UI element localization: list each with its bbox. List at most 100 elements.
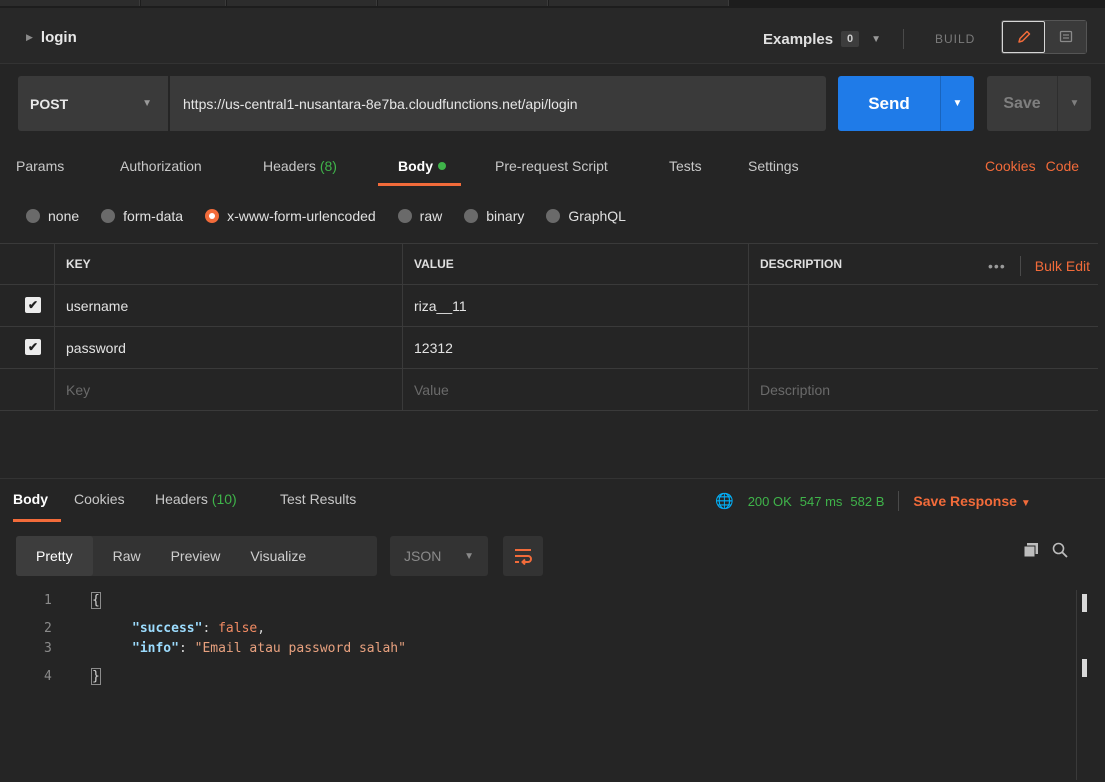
response-tab-headers-label: Headers xyxy=(155,491,208,507)
new-value-input[interactable]: Value xyxy=(402,369,748,410)
response-view-selector: Pretty Raw Preview Visualize xyxy=(16,536,377,576)
pencil-icon xyxy=(1017,30,1030,43)
more-options-icon[interactable]: ••• xyxy=(988,258,1006,274)
tab-body[interactable]: Body xyxy=(398,158,446,174)
param-key-cell[interactable]: password xyxy=(54,327,402,368)
radio-binary[interactable]: binary xyxy=(464,208,524,224)
window-tab[interactable] xyxy=(141,0,226,6)
format-select[interactable]: JSON ▼ xyxy=(390,536,488,576)
param-value-cell[interactable]: 12312 xyxy=(402,327,748,368)
chevron-down-icon: ▼ xyxy=(871,33,882,45)
url-text: https://us-central1-nusantara-8e7ba.clou… xyxy=(183,95,578,112)
response-tab-cookies[interactable]: Cookies xyxy=(74,491,125,507)
divider xyxy=(898,491,900,511)
open-brace: { xyxy=(91,591,101,609)
mode-toggle xyxy=(1001,20,1087,54)
table-header-row: KEY VALUE DESCRIPTION ••• Bulk Edit xyxy=(0,243,1098,285)
view-raw[interactable]: Raw xyxy=(93,548,141,564)
bulk-edit-link[interactable]: Bulk Edit xyxy=(1035,258,1090,274)
view-visualize[interactable]: Visualize xyxy=(220,548,306,564)
line-number: 4 xyxy=(44,668,52,684)
globe-lock-icon[interactable]: 🌐 xyxy=(715,492,734,510)
window-tab[interactable] xyxy=(549,0,729,6)
response-size[interactable]: 582 B xyxy=(850,494,884,509)
tab-params[interactable]: Params xyxy=(16,158,64,174)
radio-raw[interactable]: raw xyxy=(397,208,442,224)
table-actions: ••• Bulk Edit xyxy=(988,256,1090,276)
save-options-button[interactable]: ▼ xyxy=(1057,76,1091,131)
tab-authorization[interactable]: Authorization xyxy=(120,158,202,174)
save-response-button[interactable]: Save Response ▼ xyxy=(913,493,1030,509)
view-pretty[interactable]: Pretty xyxy=(16,536,93,576)
response-tab-headers[interactable]: Headers (10) xyxy=(155,491,237,507)
radio-label: none xyxy=(48,208,80,224)
column-header-value: VALUE xyxy=(414,257,454,271)
row-checkbox-checked[interactable]: ✔ xyxy=(25,339,41,355)
search-icon[interactable] xyxy=(1052,542,1068,558)
response-body-code[interactable]: 1 { 2 "success": false, 3 "info": "Email… xyxy=(0,588,1105,708)
tab-body-label: Body xyxy=(398,158,433,174)
radio-circle xyxy=(26,209,40,223)
wrap-lines-icon xyxy=(515,549,532,565)
send-button[interactable]: Send xyxy=(838,76,940,131)
window-tab[interactable] xyxy=(378,0,548,6)
json-key: "info" xyxy=(132,640,179,656)
response-headers-count: (10) xyxy=(211,491,237,507)
wrap-lines-button[interactable] xyxy=(503,536,543,576)
body-type-selector: none form-data x-www-form-urlencoded raw… xyxy=(26,206,648,226)
radio-x-www-form-urlencoded[interactable]: x-www-form-urlencoded xyxy=(205,208,376,224)
tab-tests[interactable]: Tests xyxy=(669,158,702,174)
chevron-down-icon: ▼ xyxy=(1020,498,1031,509)
window-tab[interactable] xyxy=(0,0,140,6)
radio-circle xyxy=(101,209,116,223)
request-name[interactable]: ▶ login xyxy=(26,29,77,46)
radio-graphql[interactable]: GraphQL xyxy=(546,208,626,224)
status-code[interactable]: 200 OK xyxy=(748,494,792,509)
radio-circle xyxy=(464,209,479,223)
method-select[interactable]: POST ▼ xyxy=(18,76,168,131)
code-link[interactable]: Code xyxy=(1046,158,1079,174)
json-key: "success" xyxy=(132,620,203,636)
divider xyxy=(903,29,905,49)
send-button-group: Send ▼ xyxy=(838,76,974,131)
param-value-cell[interactable]: riza__11 xyxy=(402,285,748,326)
copy-icon[interactable] xyxy=(1024,543,1038,557)
scroll-marker xyxy=(1082,659,1087,677)
cookies-link[interactable]: Cookies xyxy=(985,158,1036,174)
param-description-cell[interactable] xyxy=(748,285,1098,326)
format-label: JSON xyxy=(404,548,442,564)
radio-circle-selected xyxy=(205,209,220,223)
response-time[interactable]: 547 ms xyxy=(800,494,843,509)
comments-mode-button[interactable] xyxy=(1045,21,1086,53)
response-tab-body[interactable]: Body xyxy=(13,491,48,507)
save-button[interactable]: Save xyxy=(987,76,1057,131)
window-tab-strip xyxy=(0,0,1105,8)
scroll-marker xyxy=(1082,594,1087,612)
radio-label: GraphQL xyxy=(568,208,626,224)
code-text: "success": false, xyxy=(132,621,265,636)
tab-pre-request-script[interactable]: Pre-request Script xyxy=(495,158,608,174)
view-preview[interactable]: Preview xyxy=(141,548,221,564)
chevron-down-icon: ▼ xyxy=(464,550,474,562)
active-response-tab-indicator xyxy=(13,519,61,522)
new-key-input[interactable]: Key xyxy=(54,369,402,410)
param-key-cell[interactable]: username xyxy=(54,285,402,326)
row-checkbox-checked[interactable]: ✔ xyxy=(25,297,41,313)
window-tab[interactable] xyxy=(227,0,377,6)
tab-headers[interactable]: Headers (8) xyxy=(263,158,337,174)
response-tab-test-results[interactable]: Test Results xyxy=(280,491,356,507)
param-description-cell[interactable] xyxy=(748,327,1098,368)
url-input[interactable]: https://us-central1-nusantara-8e7ba.clou… xyxy=(170,76,826,131)
triangle-right-icon[interactable]: ▶ xyxy=(26,32,33,43)
examples-dropdown[interactable]: Examples 0 ▼ xyxy=(763,29,905,49)
edit-mode-button[interactable] xyxy=(1002,21,1045,53)
radio-form-data[interactable]: form-data xyxy=(101,208,183,224)
new-description-input[interactable]: Description xyxy=(748,369,1098,410)
close-brace: } xyxy=(91,667,101,685)
radio-none[interactable]: none xyxy=(26,208,79,224)
scrollbar-track[interactable] xyxy=(1076,590,1077,780)
chevron-down-icon: ▼ xyxy=(952,98,963,109)
chevron-down-icon: ▼ xyxy=(142,98,152,109)
tab-settings[interactable]: Settings xyxy=(748,158,799,174)
send-options-button[interactable]: ▼ xyxy=(940,76,974,131)
